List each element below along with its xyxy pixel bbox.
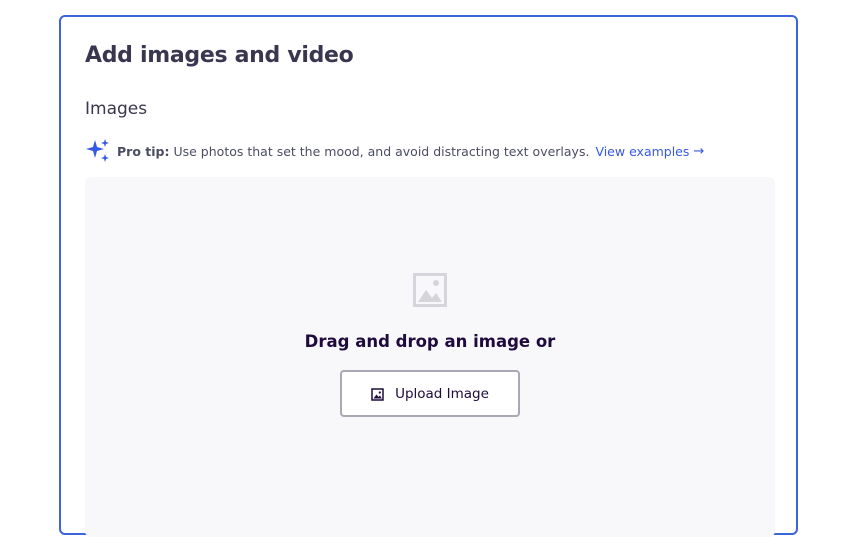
pro-tip-text: Use photos that set the mood, and avoid …	[173, 143, 590, 159]
sparkles-icon	[85, 138, 111, 164]
image-placeholder-icon	[413, 273, 447, 307]
add-media-card: Add images and video Images Pro tip: Use…	[59, 15, 798, 537]
upload-image-label: Upload Image	[395, 385, 489, 402]
card-title: Add images and video	[85, 43, 354, 68]
pro-tip-label: Pro tip:	[117, 143, 170, 159]
images-section-title: Images	[85, 99, 148, 119]
upload-image-button[interactable]: Upload Image	[340, 370, 520, 417]
arrow-right-icon: →	[693, 143, 705, 159]
image-dropzone[interactable]: Drag and drop an image or Upload Image	[85, 177, 775, 537]
dropzone-prompt: Drag and drop an image or	[304, 332, 556, 351]
view-examples-link[interactable]: View examples →	[595, 144, 704, 159]
pro-tip: Pro tip: Use photos that set the mood, a…	[85, 138, 704, 164]
view-examples-label: View examples	[595, 143, 690, 159]
image-icon	[371, 387, 385, 401]
